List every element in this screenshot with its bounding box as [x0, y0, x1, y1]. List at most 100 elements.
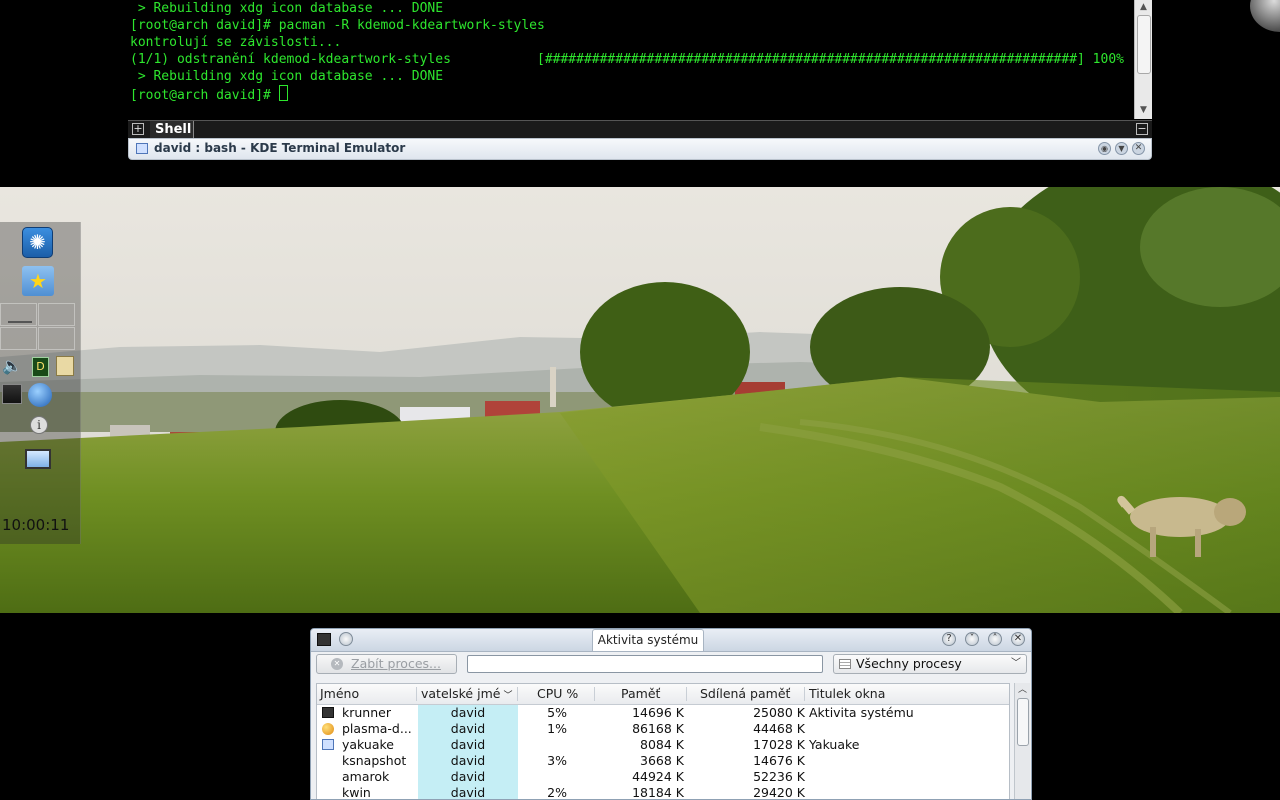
panel-clock[interactable]: 10:00:11	[2, 516, 69, 534]
terminal-line: kontrolují se závislosti...	[130, 35, 342, 50]
process-shared-memory: 44468 K	[753, 721, 805, 736]
terminal-tab-bar: + Shell −	[128, 120, 1152, 139]
process-filter-select[interactable]: Všechny procesy ﹀	[833, 654, 1027, 674]
process-cpu: 1%	[547, 721, 567, 736]
terminal-cursor	[278, 85, 288, 101]
display-icon[interactable]	[25, 449, 51, 469]
table-row[interactable]: ksnapshot david 3% 3668 K 14676 K	[317, 753, 1009, 769]
terminal-title-bar: david : bash - KDE Terminal Emulator ◉ ▼…	[128, 138, 1152, 160]
process-table-scrollbar[interactable]: ︿	[1014, 683, 1030, 799]
column-header-window-title[interactable]: Titulek okna	[809, 684, 885, 704]
kill-icon: ✕	[331, 658, 343, 670]
favorites-folder-icon[interactable]: ★	[22, 266, 54, 296]
process-user: david	[418, 753, 518, 769]
process-cpu	[522, 769, 567, 785]
terminal-line: [root@arch david]# pacman -R kdemod-kdea…	[130, 18, 545, 33]
process-shared-memory: 17028 K	[753, 737, 805, 752]
process-window-title: Aktivita systému	[809, 705, 914, 720]
sticky-button[interactable]	[339, 632, 353, 646]
process-memory: 86168 K	[632, 721, 684, 736]
window-title-tab: Aktivita systému	[592, 629, 704, 651]
kill-process-label: Zabít proces...	[351, 656, 441, 671]
close-icon[interactable]: ✕	[1132, 142, 1145, 155]
tab-shell-label: Shell	[155, 122, 192, 137]
volume-icon[interactable]: 🔈	[2, 356, 22, 376]
process-name: ksnapshot	[342, 753, 407, 768]
scrollbar-thumb[interactable]	[1017, 698, 1029, 746]
terminal-scrollbar[interactable]: ▲ ▼	[1134, 0, 1152, 119]
maximize-button[interactable]: ˄	[988, 632, 1002, 646]
process-memory: 14696 K	[632, 705, 684, 720]
process-user: david	[418, 785, 518, 799]
list-icon	[839, 659, 851, 669]
minimize-button[interactable]: ˅	[965, 632, 979, 646]
keep-open-icon[interactable]: ◉	[1098, 142, 1111, 155]
dictionary-icon[interactable]: D	[32, 357, 49, 377]
column-header-user[interactable]: vatelské jmé ﹀	[421, 684, 512, 704]
process-name: yakuake	[342, 737, 394, 752]
kickoff-icon[interactable]: ✺	[22, 227, 53, 258]
column-separator	[594, 687, 595, 701]
window-app-icon	[322, 739, 334, 750]
process-cpu: 5%	[547, 705, 567, 720]
process-cpu: 3%	[547, 753, 567, 768]
pager-desktop[interactable]	[0, 327, 37, 350]
process-filter-value: Všechny procesy	[856, 656, 962, 671]
landscape-image	[0, 187, 1280, 613]
column-separator	[686, 687, 687, 701]
process-user: david	[418, 737, 518, 753]
browser-icon[interactable]	[28, 383, 52, 407]
network-icon[interactable]	[2, 384, 22, 404]
process-table[interactable]: Jméno vatelské jmé ﹀ CPU % Paměť Sdílená …	[316, 683, 1010, 800]
pager-icon[interactable]	[0, 303, 76, 350]
table-row[interactable]: amarok david 44924 K 52236 K	[317, 769, 1009, 785]
pager-desktop[interactable]	[38, 303, 75, 326]
table-row[interactable]: plasma-d... david 1% 86168 K 44468 K	[317, 721, 1009, 737]
table-row[interactable]: kwin david 2% 18184 K 29420 K	[317, 785, 1009, 800]
clipboard-icon[interactable]	[56, 356, 74, 376]
process-cpu: 2%	[547, 785, 567, 800]
terminal-prompt: [root@arch david]#	[130, 85, 288, 104]
process-shared-memory: 14676 K	[753, 753, 805, 768]
process-memory: 8084 K	[640, 737, 684, 752]
pager-window	[8, 321, 32, 323]
scroll-down-arrow-icon[interactable]: ▼	[1135, 103, 1152, 117]
close-button[interactable]: ✕	[1011, 632, 1025, 646]
desktop-wallpaper	[0, 187, 1280, 613]
process-shared-memory: 52236 K	[753, 769, 805, 784]
column-separator	[804, 687, 805, 701]
scroll-up-arrow-icon[interactable]: ︿	[1015, 683, 1030, 697]
table-row[interactable]: krunner david 5% 14696 K 25080 K Aktivit…	[317, 705, 1009, 721]
process-memory: 44924 K	[632, 769, 684, 784]
column-header-shared-memory[interactable]: Sdílená paměť	[700, 684, 790, 704]
process-search-input[interactable]	[467, 655, 823, 673]
process-memory: 3668 K	[640, 753, 684, 768]
tab-shell[interactable]: Shell	[150, 121, 194, 139]
pager-desktop[interactable]	[38, 327, 75, 350]
column-header-memory[interactable]: Paměť	[621, 684, 660, 704]
process-name: kwin	[342, 785, 371, 800]
terminal-app-icon	[322, 707, 334, 718]
process-name: krunner	[342, 705, 391, 720]
terminal-screen[interactable]: > Rebuilding xdg icon database ... DONE …	[128, 0, 1133, 120]
column-separator	[416, 687, 417, 701]
top-right-orb-icon	[1250, 0, 1280, 32]
terminal-line: > Rebuilding xdg icon database ... DONE	[130, 69, 444, 84]
app-menu-icon[interactable]	[317, 633, 331, 646]
table-row[interactable]: yakuake david 8084 K 17028 K Yakuake	[317, 737, 1009, 753]
scroll-up-arrow-icon[interactable]: ▲	[1135, 0, 1152, 14]
info-icon[interactable]: i	[30, 416, 48, 434]
column-header-cpu[interactable]: CPU %	[537, 684, 578, 704]
terminal-prompt-text: [root@arch david]#	[130, 88, 279, 103]
process-name: plasma-d...	[342, 721, 412, 736]
close-tab-button[interactable]: −	[1136, 123, 1148, 135]
kill-process-button[interactable]: ✕ Zabít proces...	[316, 654, 457, 674]
terminal-line: > Rebuilding xdg icon database ... DONE	[130, 1, 444, 16]
menu-icon[interactable]: ▼	[1115, 142, 1128, 155]
scrollbar-thumb[interactable]	[1137, 15, 1151, 74]
new-tab-button[interactable]: +	[132, 123, 144, 135]
terminal-app-icon	[136, 143, 148, 154]
help-button[interactable]: ?	[942, 632, 956, 646]
chevron-down-icon: ﹀	[1011, 658, 1021, 669]
column-header-name[interactable]: Jméno	[320, 684, 359, 704]
